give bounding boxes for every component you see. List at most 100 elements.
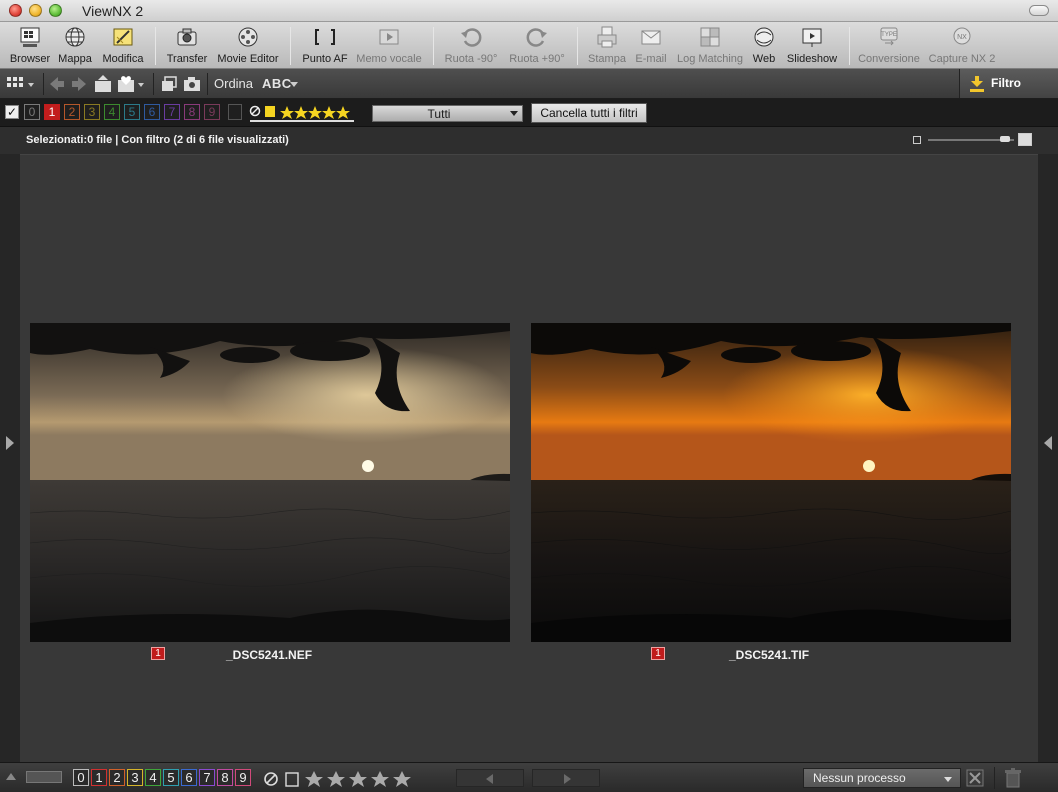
clear-all-filters-button[interactable]: Cancella tutti i filtri xyxy=(531,103,647,123)
label-assign-5[interactable]: 5 xyxy=(163,769,179,786)
voice-memo-button[interactable]: Memo vocale xyxy=(355,25,423,67)
label-filter-3[interactable]: 3 xyxy=(84,104,100,120)
chevron-down-icon xyxy=(510,111,518,116)
label-assign-9[interactable]: 9 xyxy=(235,769,251,786)
label-assign-2[interactable]: 2 xyxy=(109,769,125,786)
trash-icon[interactable] xyxy=(1004,768,1022,788)
previous-image-button[interactable] xyxy=(456,769,524,787)
toolbar-separator xyxy=(153,73,154,95)
movie-editor-label: Movie Editor xyxy=(217,53,279,65)
label-assign-1[interactable]: 1 xyxy=(91,769,107,786)
sunset-photo-nef xyxy=(30,323,510,642)
rotate-right-button[interactable]: Ruota +90° xyxy=(506,25,568,67)
label-filter-7[interactable]: 7 xyxy=(164,104,180,120)
map-button[interactable]: Mappa xyxy=(56,25,94,67)
web-button[interactable]: Web xyxy=(750,25,778,67)
edit-button[interactable]: Modifica xyxy=(99,25,147,67)
slider-handle[interactable] xyxy=(1000,136,1010,142)
browser-grid-icon xyxy=(20,27,40,47)
zoom-window-button[interactable] xyxy=(49,4,62,17)
selection-status: Selezionati:0 file | Con filtro (2 di 6 … xyxy=(26,134,289,146)
conversion-button[interactable]: TYPE Conversione xyxy=(857,25,921,67)
collapse-up-icon[interactable] xyxy=(6,773,16,780)
transfer-button[interactable]: Transfer xyxy=(165,25,209,67)
thumbnail-size-slider[interactable] xyxy=(928,136,1014,142)
label-filter-0[interactable]: 0 xyxy=(24,104,40,120)
color-label-badge: 1 xyxy=(151,647,165,660)
filter-panel-button[interactable]: Filtro xyxy=(959,69,1058,98)
main-toolbar: Browser Mappa Modifica Transfer Movie Ed… xyxy=(0,22,1058,69)
conversion-label: Conversione xyxy=(858,53,920,65)
rating-condition-dropdown[interactable]: Tutti xyxy=(372,105,523,122)
small-thumbnail-icon[interactable] xyxy=(913,136,921,144)
batch-process-dropdown[interactable]: Nessun processo xyxy=(803,768,961,788)
label-filter-9[interactable]: 9 xyxy=(204,104,220,120)
svg-text:NX: NX xyxy=(957,34,967,41)
rating-filter[interactable] xyxy=(248,102,358,124)
thumbnail-image[interactable] xyxy=(531,323,1011,642)
map-label: Mappa xyxy=(58,53,92,65)
duplicate-window-icon[interactable] xyxy=(160,73,178,95)
edit-label: Modifica xyxy=(102,53,144,65)
print-button[interactable]: Stampa xyxy=(585,25,629,67)
right-panel-toggle[interactable] xyxy=(1038,154,1058,762)
cancel-process-button[interactable] xyxy=(966,769,984,787)
transfer-label: Transfer xyxy=(166,53,208,65)
globe-icon xyxy=(65,27,85,47)
up-folder-icon[interactable] xyxy=(93,73,113,95)
camera-settings-icon[interactable] xyxy=(182,73,202,95)
next-image-button[interactable] xyxy=(532,769,600,787)
minimize-window-button[interactable] xyxy=(29,4,42,17)
movie-editor-button[interactable]: Movie Editor xyxy=(216,25,280,67)
label-assign-4[interactable]: 4 xyxy=(145,769,161,786)
thumbnail-grid: 1 _DSC5241.NEF 1 _DSC5241.TIF xyxy=(20,154,1038,762)
rating-condition-value: Tutti xyxy=(427,107,451,121)
large-thumbnail-icon[interactable] xyxy=(1018,133,1032,146)
log-matching-button[interactable]: Log Matching xyxy=(675,25,745,67)
title-bar: ViewNX 2 xyxy=(0,0,1058,22)
chevron-down-icon xyxy=(290,82,298,87)
back-arrow-icon[interactable] xyxy=(48,73,66,95)
sort-order-selector[interactable]: ABC xyxy=(262,76,292,98)
thumbnail-grid-view-icon[interactable] xyxy=(6,73,36,95)
label-filter-4[interactable]: 4 xyxy=(104,104,120,120)
label-filter-6[interactable]: 6 xyxy=(144,104,160,120)
filter-enable-checkbox[interactable]: ✓ xyxy=(5,105,19,119)
sunset-photo-tif xyxy=(531,323,1011,642)
label-assign-7[interactable]: 7 xyxy=(199,769,215,786)
label-filter-1[interactable]: 1 xyxy=(44,104,60,120)
capture-nx-button[interactable]: NX Capture NX 2 xyxy=(927,25,997,67)
email-button[interactable]: E-mail xyxy=(632,25,670,67)
label-filter-5[interactable]: 5 xyxy=(124,104,140,120)
label-assign-8[interactable]: 8 xyxy=(217,769,233,786)
forward-arrow-icon[interactable] xyxy=(70,73,88,95)
af-point-button[interactable]: Punto AF xyxy=(300,25,350,67)
af-point-icon xyxy=(315,29,335,45)
label-filter-none[interactable] xyxy=(228,104,242,120)
rating-assign[interactable] xyxy=(262,768,422,790)
label-filter-8[interactable]: 8 xyxy=(184,104,200,120)
browser-button[interactable]: Browser xyxy=(8,25,52,67)
thumbnail-image[interactable] xyxy=(30,323,510,642)
toolbar-toggle-button[interactable] xyxy=(1029,5,1049,16)
slideshow-button[interactable]: Slideshow xyxy=(784,25,840,67)
print-label: Stampa xyxy=(588,53,626,65)
filmstrip-toggle[interactable] xyxy=(26,771,62,783)
slideshow-icon xyxy=(802,28,822,47)
label-assign-6[interactable]: 6 xyxy=(181,769,197,786)
favorite-folder-icon[interactable] xyxy=(116,73,146,95)
left-panel-toggle[interactable] xyxy=(0,154,20,762)
chevron-down-icon xyxy=(944,777,952,782)
view-toolbar: Ordina ABC Filtro xyxy=(0,69,1058,99)
close-window-button[interactable] xyxy=(9,4,22,17)
log-matching-icon xyxy=(700,27,720,47)
expand-right-icon xyxy=(1044,436,1052,450)
label-assign-0[interactable]: 0 xyxy=(73,769,89,786)
toolbar-separator xyxy=(290,27,291,65)
label-filter-2[interactable]: 2 xyxy=(64,104,80,120)
rotate-left-button[interactable]: Ruota -90° xyxy=(441,25,501,67)
capture-nx-icon: NX xyxy=(953,27,971,45)
log-matching-label: Log Matching xyxy=(676,53,744,65)
camera-transfer-icon xyxy=(177,28,197,46)
label-assign-3[interactable]: 3 xyxy=(127,769,143,786)
